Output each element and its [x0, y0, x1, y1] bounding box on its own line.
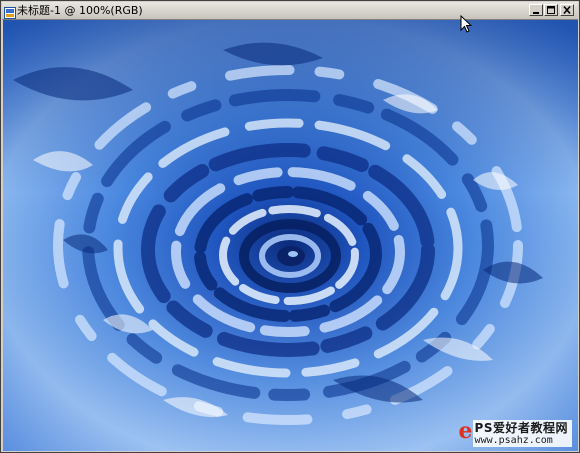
watermark: e PS爱好者教程网 www.psahz.com	[459, 418, 572, 447]
minimize-button[interactable]	[529, 4, 543, 16]
watermark-title: PS爱好者教程网	[474, 421, 568, 435]
water-ripple-image	[3, 20, 578, 451]
title-bar[interactable]: 未标题-1 @ 100%(RGB)	[2, 2, 578, 20]
close-button[interactable]	[560, 4, 574, 16]
watermark-url: www.psahz.com	[474, 435, 553, 446]
watermark-logo-icon: e	[458, 418, 473, 444]
maximize-icon	[547, 6, 555, 14]
image-canvas[interactable]: e PS爱好者教程网 www.psahz.com	[3, 20, 578, 451]
window-title: 未标题-1 @ 100%(RGB)	[17, 4, 143, 17]
minimize-icon	[533, 12, 539, 14]
document-icon	[4, 4, 16, 19]
close-icon	[563, 5, 571, 15]
maximize-button[interactable]	[544, 4, 558, 16]
document-window: 未标题-1 @ 100%(RGB) e PS爱好者教程网 www.psahz.c…	[0, 0, 580, 453]
arrow-cursor-icon	[460, 14, 473, 37]
